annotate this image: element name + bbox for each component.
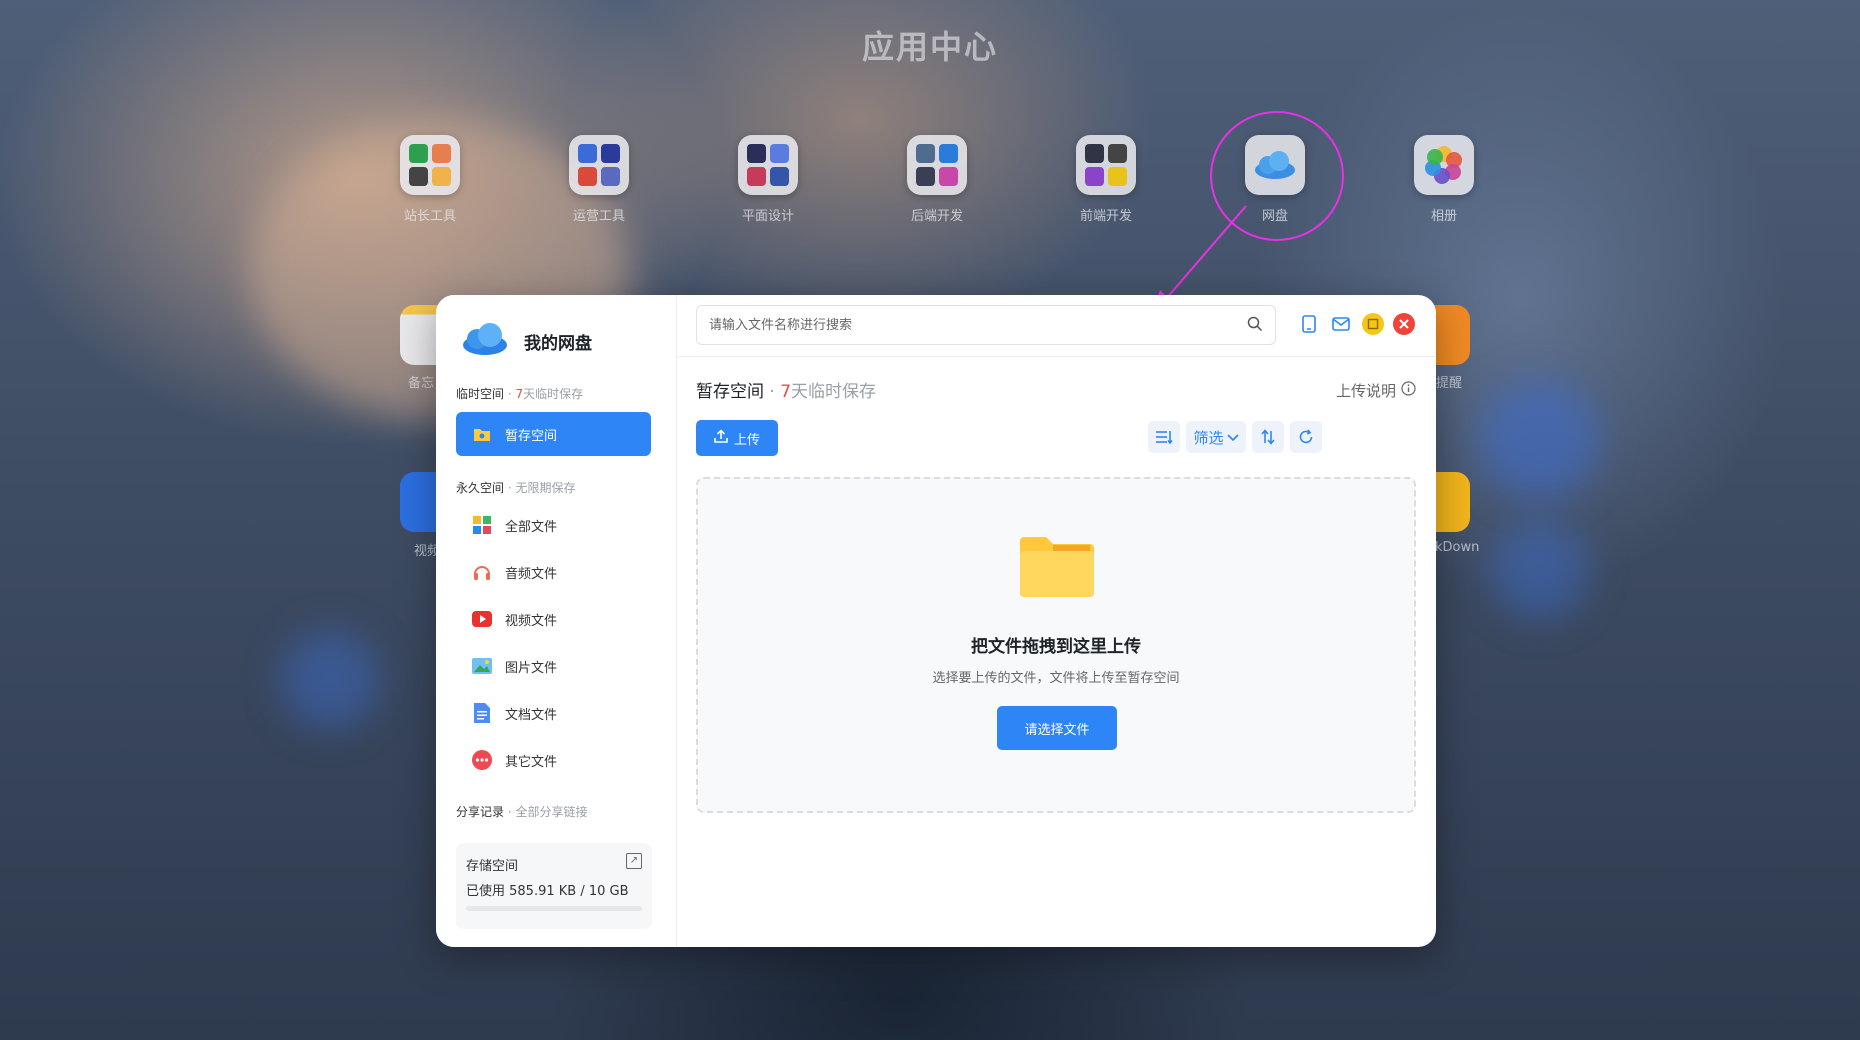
sidebar-item-video[interactable]: 视频文件	[456, 597, 651, 641]
brand: 我的网盘	[460, 321, 592, 361]
sidebar-item-label: 全部文件	[505, 519, 558, 535]
dropzone-subtitle: 选择要上传的文件，文件将上传至暂存空间	[932, 671, 1180, 686]
sidebar-item-label: 音频文件	[505, 566, 558, 582]
sidebar-item-label: 视频文件	[505, 613, 558, 629]
sidebar: 我的网盘 临时空间 · 7天临时保存 暂存空间 永久空间 · 无限期保存 全部文…	[436, 295, 677, 947]
page-title: 暂存空间 · 7天临时保存	[696, 382, 877, 402]
storage-used-text: 已使用 585.91 KB / 10 GB	[466, 884, 629, 899]
info-icon	[1401, 381, 1416, 400]
sidebar-item-audio[interactable]: 音频文件	[456, 550, 651, 594]
sidebar-item-other[interactable]: 其它文件	[456, 738, 651, 782]
chevron-down-icon	[1226, 428, 1239, 446]
list-view-icon[interactable]	[1148, 421, 1180, 453]
more-icon	[472, 750, 492, 770]
dropzone-title: 把文件拖拽到这里上传	[971, 637, 1141, 657]
share-records-link[interactable]: 分享记录 · 全部分享链接	[456, 803, 587, 820]
sidebar-item-documents[interactable]: 文档文件	[456, 691, 651, 735]
upload-button-label: 上传	[733, 432, 760, 448]
filter-label: 筛选	[1193, 428, 1224, 447]
image-icon	[472, 656, 492, 676]
search-icon[interactable]	[1247, 316, 1263, 336]
upload-button[interactable]: 上传	[696, 420, 778, 456]
temp-section-label: 临时空间 · 7天临时保存	[456, 387, 584, 401]
folder-icon	[472, 424, 492, 444]
sidebar-item-label: 暂存空间	[505, 428, 558, 444]
topbar	[676, 295, 1436, 357]
close-icon[interactable]	[1391, 311, 1417, 337]
folder-icon	[1020, 537, 1094, 601]
sidebar-item-all-files[interactable]: 全部文件	[456, 503, 651, 547]
perm-section-label: 永久空间 · 无限期保存	[456, 481, 576, 495]
document-icon	[472, 703, 492, 723]
cloud-logo-icon	[460, 322, 510, 360]
sidebar-item-label: 其它文件	[505, 754, 558, 770]
choose-file-button[interactable]: 请选择文件	[997, 706, 1117, 750]
sidebar-item-temp-storage[interactable]: 暂存空间	[456, 412, 651, 456]
sidebar-item-images[interactable]: 图片文件	[456, 644, 651, 688]
refresh-icon[interactable]	[1290, 421, 1322, 453]
storage-progress-bar	[466, 906, 642, 911]
storage-title: 存储空间	[466, 859, 519, 874]
headphones-icon	[472, 562, 492, 582]
upload-dropzone[interactable]: 把文件拖拽到这里上传 选择要上传的文件，文件将上传至暂存空间 请选择文件	[696, 477, 1416, 813]
upload-help-link[interactable]: 上传说明	[1336, 380, 1416, 401]
external-link-icon[interactable]: ↗	[626, 853, 642, 869]
upload-icon	[714, 429, 728, 447]
filter-dropdown[interactable]: 筛选	[1186, 421, 1246, 453]
sidebar-item-label: 文档文件	[505, 707, 558, 723]
sort-icon[interactable]	[1252, 421, 1284, 453]
maximize-icon[interactable]	[1360, 311, 1386, 337]
upload-help-label: 上传说明	[1335, 382, 1396, 400]
grid-icon	[472, 515, 492, 535]
sidebar-title: 我的网盘	[524, 333, 592, 354]
storage-card: 存储空间 ↗ 已使用 585.91 KB / 10 GB	[456, 843, 652, 929]
search-input[interactable]	[696, 305, 1276, 345]
mobile-icon[interactable]	[1296, 311, 1322, 337]
main-panel: 暂存空间 · 7天临时保存 上传说明 上传 筛选	[676, 295, 1436, 947]
sidebar-item-label: 图片文件	[505, 660, 558, 676]
cloud-drive-window: 我的网盘 临时空间 · 7天临时保存 暂存空间 永久空间 · 无限期保存 全部文…	[436, 295, 1436, 947]
play-icon	[472, 609, 492, 629]
mail-icon[interactable]	[1328, 311, 1354, 337]
